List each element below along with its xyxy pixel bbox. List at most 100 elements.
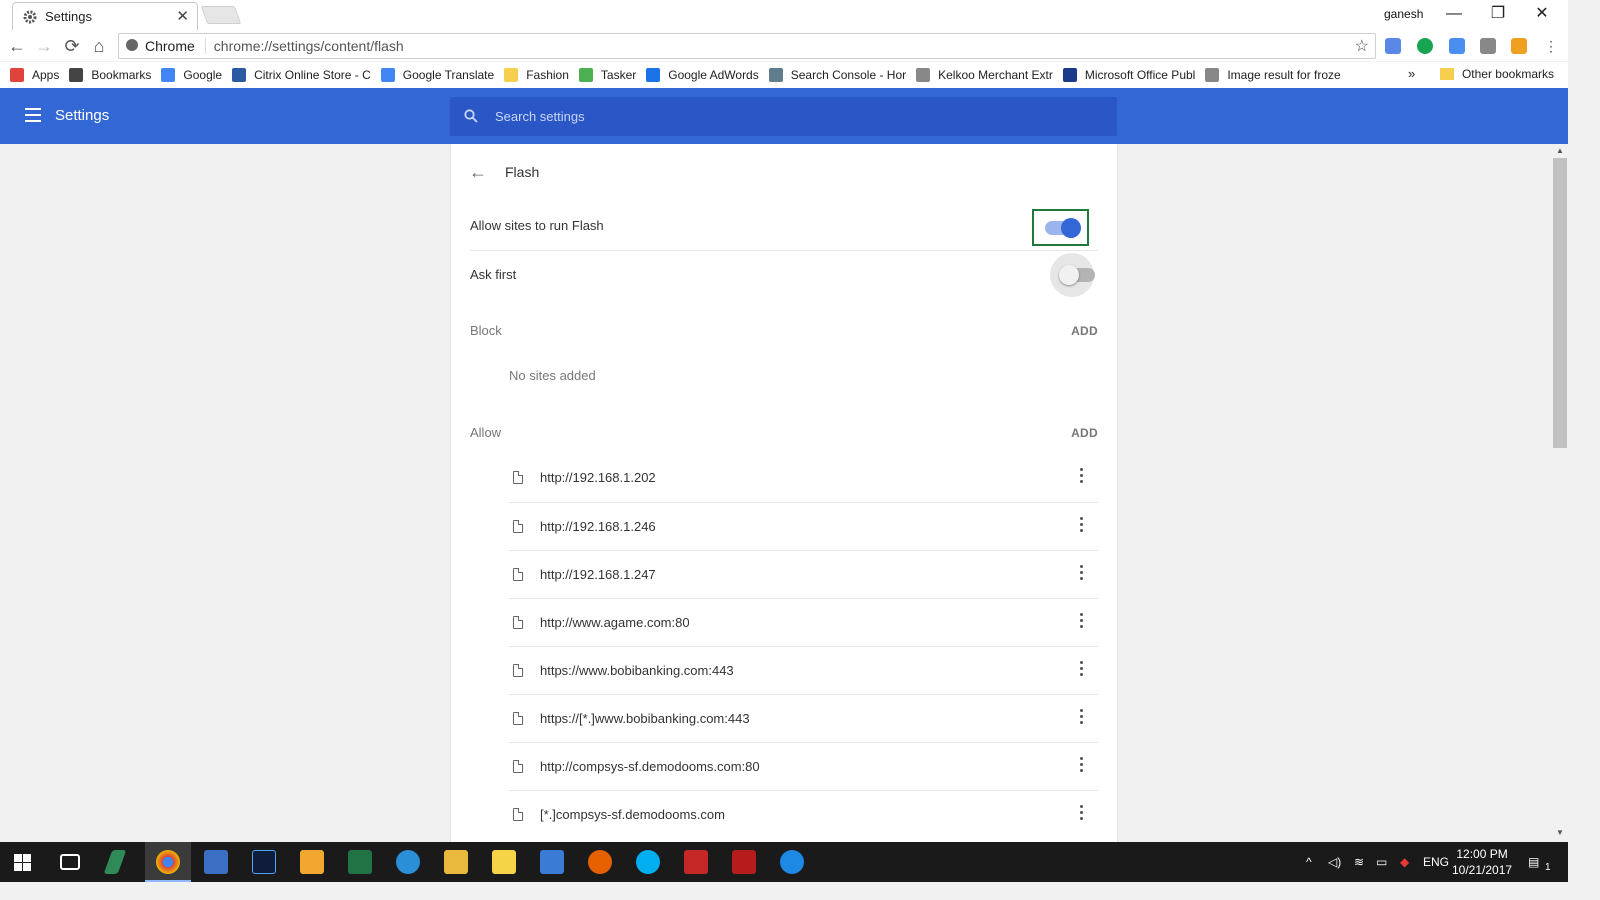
bookmark-item[interactable]: Microsoft Office Publ — [1062, 68, 1195, 82]
more-actions-icon[interactable] — [1080, 805, 1084, 823]
allowed-site-row[interactable]: http://192.168.1.246 — [509, 502, 1098, 550]
address-bar[interactable]: Chrome chrome://settings/content/flash ☆ — [118, 33, 1376, 59]
control-panel-icon[interactable] — [540, 850, 564, 874]
bookmark-item[interactable]: Fashion — [504, 68, 569, 82]
site-chip[interactable]: Chrome — [119, 38, 206, 54]
more-actions-icon[interactable] — [1080, 613, 1084, 631]
page-icon — [513, 712, 523, 725]
close-tab-icon[interactable]: ✕ — [176, 7, 189, 25]
search-input[interactable] — [495, 106, 1095, 126]
pen-app-icon[interactable] — [103, 850, 127, 874]
firefox-icon[interactable] — [588, 850, 612, 874]
extension-icon[interactable] — [1449, 38, 1465, 54]
tab-settings[interactable]: Settings ✕ — [12, 2, 198, 30]
more-actions-icon[interactable] — [1080, 757, 1084, 775]
more-actions-icon[interactable] — [1080, 661, 1084, 679]
back-arrow-icon[interactable]: ← — [469, 162, 487, 183]
antivirus-icon[interactable]: ◆ — [1400, 855, 1409, 869]
extension-icon[interactable] — [1511, 38, 1527, 54]
allow-add-button[interactable]: ADD — [1071, 426, 1098, 440]
excel-icon[interactable] — [348, 850, 372, 874]
photoshop-icon[interactable] — [252, 850, 276, 874]
block-add-button[interactable]: ADD — [1071, 324, 1098, 338]
search-box[interactable] — [450, 97, 1117, 136]
bookmark-item[interactable]: Tasker — [578, 68, 636, 82]
menu-icon[interactable] — [25, 108, 41, 122]
chrome-icon — [126, 39, 138, 51]
allowed-site-row[interactable]: https://[*.]www.bobibanking.com:443 — [509, 694, 1098, 742]
allow-flash-row[interactable]: Allow sites to run Flash — [470, 201, 1098, 249]
bookmark-item[interactable]: Search Console - Hor — [768, 68, 906, 82]
outlook-icon[interactable] — [300, 850, 324, 874]
clock[interactable]: 12:00 PM 10/21/2017 — [1452, 846, 1512, 878]
forward-button[interactable]: → — [33, 35, 55, 57]
bookmark-item[interactable]: Image result for froze — [1205, 68, 1341, 82]
skype-icon[interactable] — [636, 850, 660, 874]
clock-time: 12:00 PM — [1456, 847, 1508, 861]
more-actions-icon[interactable] — [1080, 468, 1084, 486]
title-bar: Settings ✕ ganesh — ❐ ✕ — [0, 0, 1568, 30]
translate-extension-icon[interactable] — [1385, 38, 1401, 54]
block-section-label: Block — [470, 323, 502, 338]
ask-first-row[interactable]: Ask first — [470, 250, 1098, 298]
acrobat-icon[interactable] — [732, 850, 756, 874]
bookmark-item[interactable]: Citrix Online Store - C — [232, 68, 371, 82]
allowed-site-row[interactable]: http://www.agame.com:80 — [509, 598, 1098, 646]
profile-name[interactable]: ganesh — [1384, 7, 1423, 21]
reload-button[interactable]: ⟳ — [61, 35, 83, 57]
allowed-site-row[interactable]: [*.]compsys-sf.demodooms.com — [509, 790, 1098, 838]
other-bookmarks-folder[interactable]: Other bookmarks — [1439, 67, 1554, 81]
bookmark-item[interactable]: Google — [161, 68, 222, 82]
bookmarks-overflow-button[interactable]: » — [1408, 66, 1415, 81]
ask-first-toggle[interactable] — [1059, 265, 1095, 285]
gear-icon — [23, 10, 37, 23]
sticky-notes-icon[interactable] — [492, 850, 516, 874]
language-indicator[interactable]: ENG — [1423, 855, 1449, 869]
close-window-button[interactable]: ✕ — [1522, 2, 1562, 26]
new-tab-button[interactable] — [200, 6, 242, 24]
menu-kebab-icon[interactable]: ⋮ — [1540, 35, 1562, 57]
chrome-taskbar-icon[interactable] — [156, 850, 180, 874]
scroll-up-arrow-icon[interactable]: ▲ — [1556, 146, 1564, 155]
restore-button[interactable]: ❐ — [1478, 2, 1518, 26]
allowed-site-row[interactable]: https://www.bobibanking.com:443 — [509, 646, 1098, 694]
adwords-icon — [646, 68, 661, 82]
extension-icon[interactable] — [1480, 38, 1496, 54]
bookmark-item[interactable]: Kelkoo Merchant Extr — [916, 68, 1053, 82]
file-explorer-icon[interactable] — [444, 850, 468, 874]
filezilla-icon[interactable] — [684, 850, 708, 874]
page-scrollbar[interactable]: ▲ ▼ — [1552, 144, 1568, 842]
bookmark-star-icon[interactable]: ☆ — [1355, 36, 1369, 56]
allow-flash-toggle[interactable] — [1045, 218, 1081, 238]
scrollbar-thumb[interactable] — [1553, 158, 1567, 448]
url-text[interactable]: chrome://settings/content/flash — [206, 38, 404, 54]
task-view-icon[interactable] — [60, 854, 80, 870]
bookmark-item[interactable]: Google Translate — [380, 68, 494, 82]
wifi-icon[interactable]: ≋ — [1354, 855, 1364, 869]
more-actions-icon[interactable] — [1080, 709, 1084, 727]
internet-explorer-icon[interactable] — [780, 850, 804, 874]
office-icon — [1062, 68, 1077, 82]
show-hidden-icons-chevron-icon[interactable]: ^ — [1306, 855, 1312, 869]
windows-start-icon[interactable] — [14, 854, 31, 871]
bookmark-item[interactable]: Google AdWords — [646, 68, 759, 82]
app-24-icon[interactable] — [396, 850, 420, 874]
allowed-site-row[interactable]: http://compsys-sf.demodooms.com:80 — [509, 742, 1098, 790]
allowed-site-row[interactable]: http://192.168.1.247 — [509, 550, 1098, 598]
hangouts-extension-icon[interactable] — [1417, 38, 1433, 54]
more-actions-icon[interactable] — [1080, 565, 1084, 583]
back-button[interactable]: ← — [6, 35, 28, 57]
translate-icon — [380, 68, 395, 82]
bookmark-label: Fashion — [526, 68, 569, 82]
more-actions-icon[interactable] — [1080, 517, 1084, 535]
bookmark-item[interactable]: Apps — [10, 68, 59, 82]
allowed-site-row[interactable]: http://192.168.1.202 — [509, 454, 1098, 502]
battery-icon[interactable]: ▭ — [1376, 855, 1387, 869]
action-center-icon[interactable]: ▤ — [1528, 855, 1539, 869]
home-button[interactable]: ⌂ — [88, 35, 110, 57]
minimize-button[interactable]: — — [1434, 2, 1474, 26]
network-app-icon[interactable] — [204, 850, 228, 874]
bookmark-item[interactable]: Bookmarks — [69, 68, 151, 82]
scroll-down-arrow-icon[interactable]: ▼ — [1556, 828, 1564, 837]
volume-icon[interactable]: ◁) — [1328, 855, 1341, 869]
